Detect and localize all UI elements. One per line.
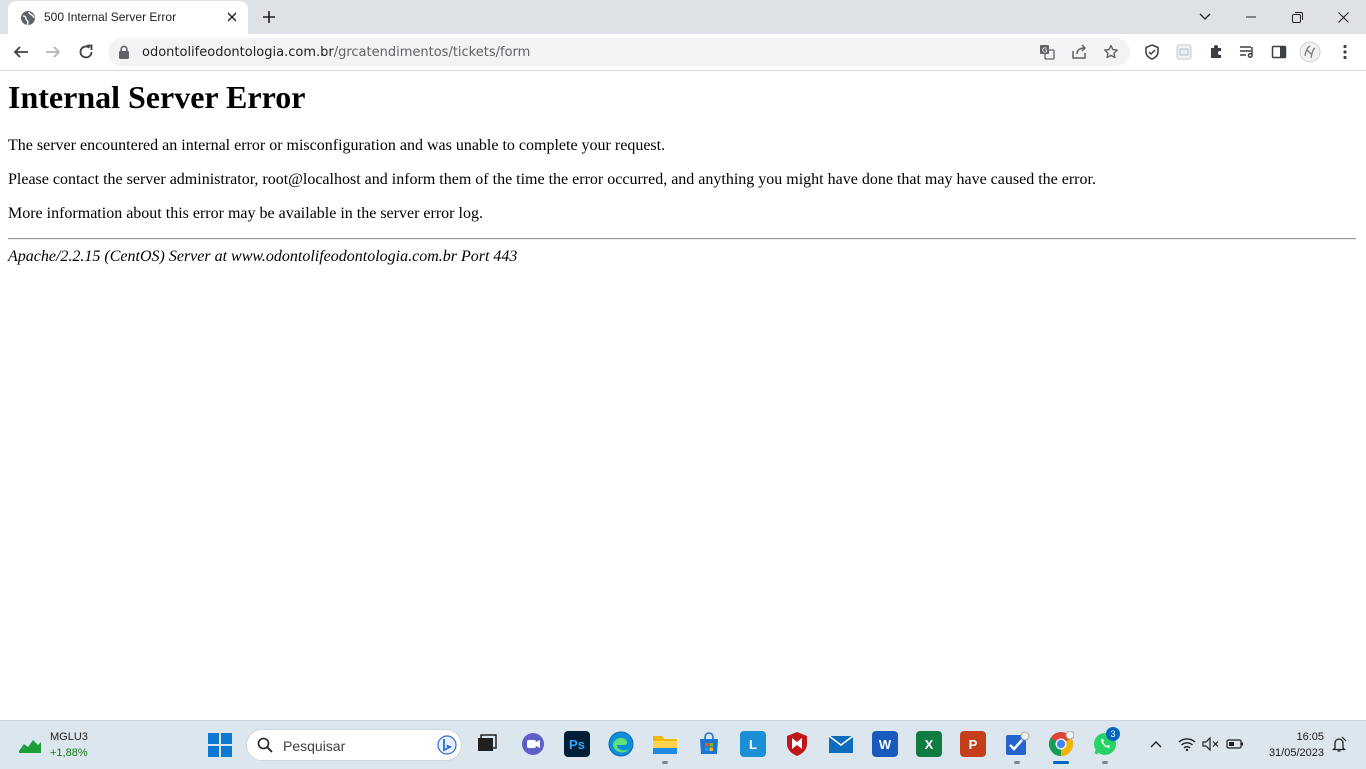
running-indicator: [1102, 761, 1108, 764]
close-window-button[interactable]: [1330, 4, 1356, 30]
shield-extension-icon[interactable]: [1140, 40, 1164, 64]
windows-logo-icon: [208, 733, 232, 757]
globe-icon: [20, 10, 36, 26]
page-content: Internal Server Error The server encount…: [0, 71, 1366, 720]
powerpoint-icon[interactable]: P: [960, 731, 986, 757]
tab-search-chevron-icon[interactable]: [1192, 4, 1218, 30]
start-button[interactable]: [208, 733, 232, 757]
volume-muted-icon[interactable]: [1202, 735, 1220, 753]
notifications-icon[interactable]: [1330, 735, 1348, 753]
url-path: /grcatendimentos/tickets/form: [333, 45, 531, 60]
svg-text:G: G: [1042, 47, 1047, 55]
translate-icon[interactable]: G: [1038, 43, 1056, 61]
reload-button[interactable]: [74, 40, 98, 64]
stock-trend-icon: [18, 737, 42, 753]
battery-icon[interactable]: [1226, 735, 1244, 753]
browser-toolbar: odontolifeodontologia.com.br/grcatendime…: [0, 34, 1366, 71]
microsoft-store-icon[interactable]: [696, 731, 722, 757]
divider: [8, 238, 1356, 240]
task-view-icon[interactable]: [474, 731, 500, 757]
search-icon: [257, 737, 273, 753]
search-placeholder: Pesquisar: [283, 738, 346, 754]
taskbar: MGLU3 +1,88% Pesquisar Ps L W X P 3 16:0…: [0, 720, 1366, 769]
lexicon-app-icon[interactable]: L: [740, 731, 766, 757]
log-message: More information about this error may be…: [8, 205, 483, 222]
url-text[interactable]: odontolifeodontologia.com.br/grcatendime…: [142, 45, 530, 60]
show-hidden-icons-chevron-icon[interactable]: [1147, 735, 1165, 753]
wifi-icon[interactable]: [1178, 735, 1196, 753]
todo-app-icon[interactable]: [1004, 731, 1030, 757]
menu-kebab-icon[interactable]: [1333, 40, 1357, 64]
minimize-button[interactable]: [1238, 4, 1264, 30]
server-signature: Apache/2.2.15 (CentOS) Server at www.odo…: [8, 248, 518, 265]
share-icon[interactable]: [1070, 43, 1088, 61]
running-indicator: [662, 761, 668, 764]
chrome-icon[interactable]: [1048, 731, 1074, 757]
mcafee-icon[interactable]: [784, 731, 810, 757]
restore-button[interactable]: [1284, 4, 1310, 30]
back-button[interactable]: [9, 40, 33, 64]
contact-message: Please contact the server administrator,…: [8, 171, 1096, 188]
extensions-puzzle-icon[interactable]: [1204, 40, 1228, 64]
word-icon[interactable]: W: [872, 731, 898, 757]
edge-icon[interactable]: [608, 731, 634, 757]
stock-change: +1,88%: [50, 747, 88, 759]
error-message: The server encountered an internal error…: [8, 137, 666, 154]
tab-strip: 500 Internal Server Error: [0, 0, 1366, 34]
reading-list-icon[interactable]: [1235, 40, 1259, 64]
clock-time: 16:05: [1296, 731, 1324, 743]
excel-icon[interactable]: X: [916, 731, 942, 757]
mail-icon[interactable]: [828, 731, 854, 757]
lock-icon[interactable]: [118, 45, 132, 59]
bing-icon[interactable]: [437, 735, 457, 755]
active-indicator: [1053, 761, 1069, 764]
teams-chat-icon[interactable]: [520, 731, 546, 757]
taskbar-search[interactable]: Pesquisar: [246, 729, 462, 761]
url-host: odontolifeodontologia.com.br: [142, 45, 334, 60]
page-title: Internal Server Error: [8, 79, 306, 115]
forward-button[interactable]: [41, 40, 65, 64]
new-tab-button[interactable]: [258, 6, 280, 28]
side-panel-icon[interactable]: [1267, 40, 1291, 64]
browser-tab[interactable]: 500 Internal Server Error: [8, 1, 248, 34]
clock-date: 31/05/2023: [1268, 747, 1324, 759]
file-explorer-icon[interactable]: [652, 731, 678, 757]
photoshop-icon[interactable]: Ps: [564, 731, 590, 757]
stock-symbol: MGLU3: [50, 731, 88, 743]
extension-icon[interactable]: [1172, 40, 1196, 64]
notification-badge: 3: [1106, 727, 1120, 741]
address-bar[interactable]: odontolifeodontologia.com.br/grcatendime…: [108, 38, 1130, 66]
running-indicator: [1014, 761, 1020, 764]
bookmark-star-icon[interactable]: [1102, 43, 1120, 61]
tab-close-icon[interactable]: [224, 9, 240, 25]
system-clock[interactable]: 16:05 31/05/2023: [1258, 729, 1324, 761]
profile-avatar-icon[interactable]: [1298, 40, 1322, 64]
tab-title: 500 Internal Server Error: [44, 10, 177, 24]
